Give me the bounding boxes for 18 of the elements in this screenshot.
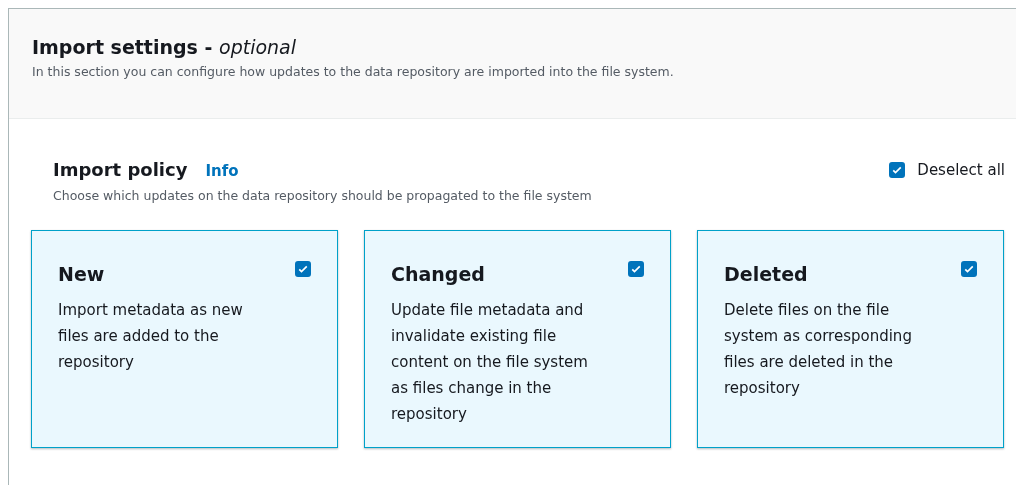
option-card[interactable]: New Import metadata as new files are added to the repository: [31, 230, 338, 448]
deselect-all-checkbox[interactable]: Deselect all: [889, 160, 1005, 179]
option-description: Update file metadata and invalidate existing file content on the file system as files change in the repository: [391, 300, 589, 425]
policy-title: Import policy: [53, 159, 188, 180]
option-description: Import metadata as new files are added to the repository: [58, 300, 244, 373]
policy-description: Choose which updates on the data repository should be propagated to the file system: [53, 188, 593, 203]
section-title: Import settings - optional: [32, 36, 298, 58]
option-card[interactable]: Deleted Delete files on the file system as corresponding files are deleted in the repository: [697, 230, 1004, 448]
option-description: Delete files on the file system as corresponding files are deleted in the repository: [724, 300, 913, 399]
option-title: New: [58, 263, 105, 285]
checkbox-icon[interactable]: [628, 261, 644, 277]
section-description: In this section you can configure how updates to the data repository are imported into the file system.: [32, 64, 675, 79]
option-title: Changed: [391, 263, 485, 285]
option-title: Deleted: [724, 263, 808, 285]
info-link[interactable]: Info: [205, 162, 239, 180]
option-card[interactable]: Changed Update file metadata and invalidate existing file content on the file system as files change in the repository: [364, 230, 671, 448]
checkbox-icon[interactable]: [961, 261, 977, 277]
checkbox-icon[interactable]: [295, 261, 311, 277]
